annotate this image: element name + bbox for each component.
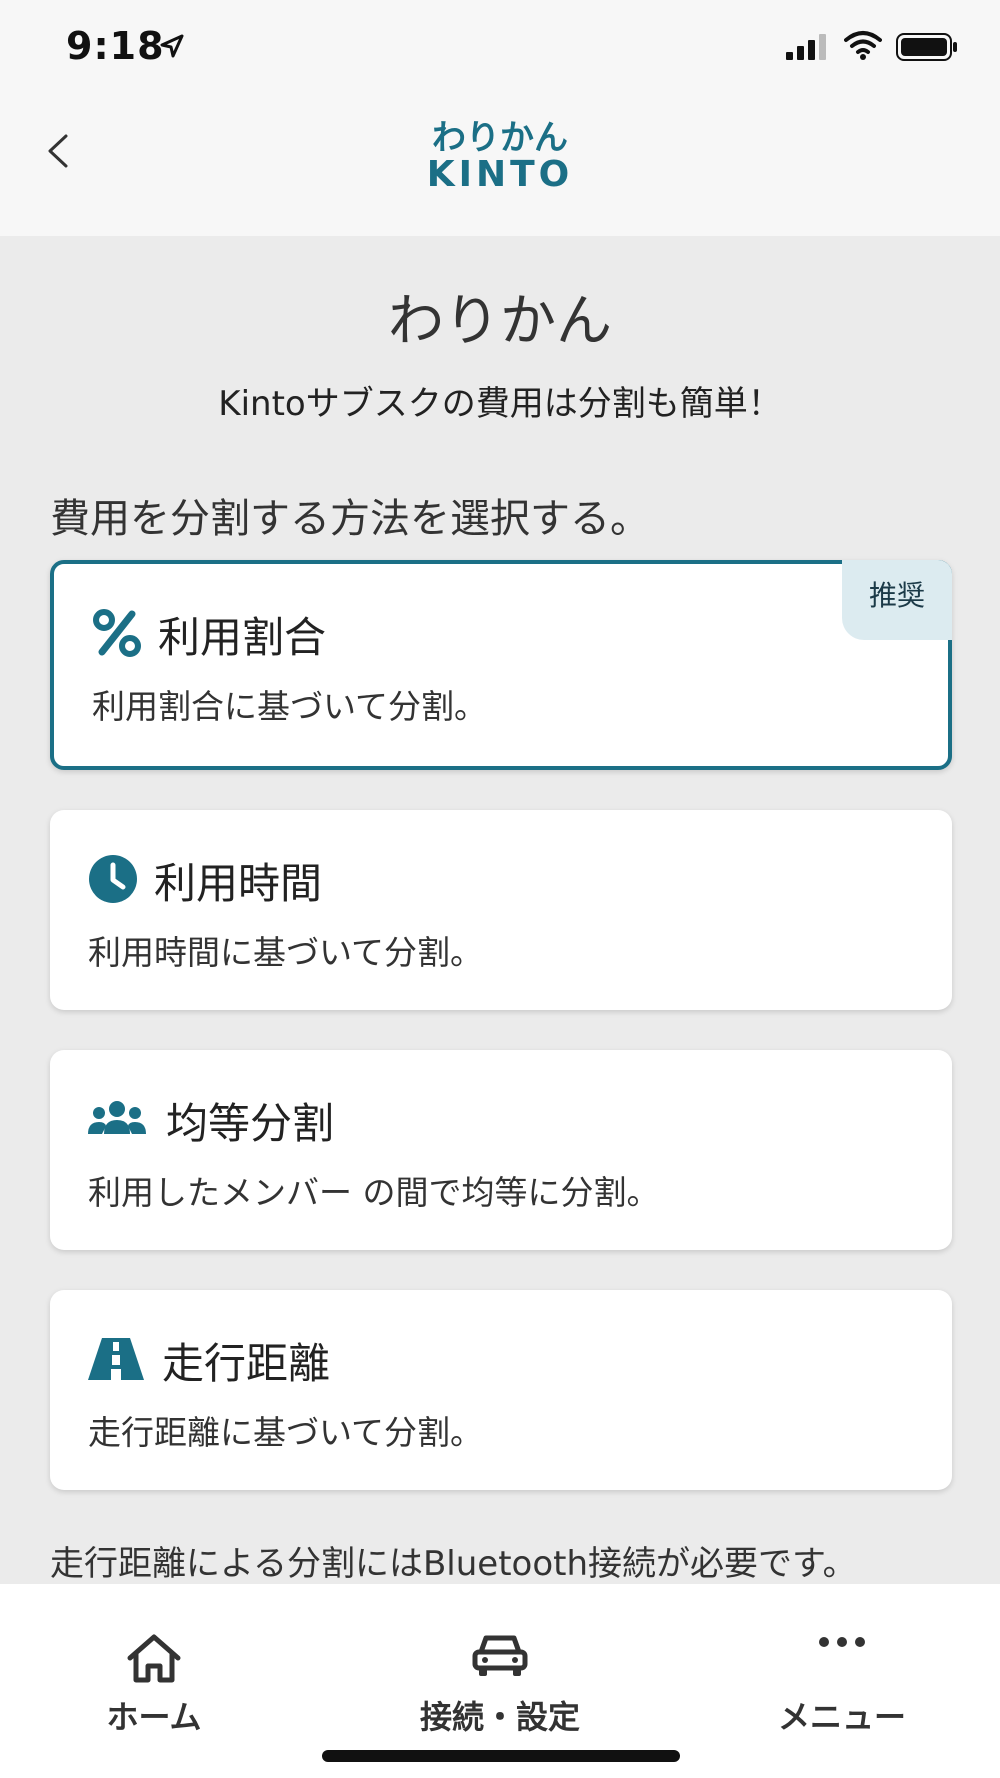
tab-connection-settings[interactable]: 接続・設定 (350, 1584, 650, 1736)
group-icon (88, 1101, 146, 1134)
tab-label: ホーム (106, 1698, 202, 1736)
page-subtitle: Kintoサブスクの費用は分割も簡単！ (218, 384, 782, 424)
location-arrow-icon (160, 34, 184, 58)
nav-header: わりかん KINTO (0, 96, 1000, 236)
section-heading: 費用を分割する方法を選択する。 (50, 496, 650, 542)
status-time: 9:18 (66, 24, 165, 68)
road-icon (88, 1338, 144, 1380)
tab-bar: ホーム 接続・設定 メニュー (0, 1584, 1000, 1778)
status-bar: 9:18 (0, 0, 1000, 96)
option-title: 利用時間 (154, 859, 323, 908)
percent-icon (93, 609, 141, 657)
option-title: 均等分割 (166, 1099, 335, 1148)
option-title: 利用割合 (158, 613, 327, 662)
bluetooth-note: 走行距離による分割にはBluetooth接続が必要です。 (50, 1544, 857, 1584)
recommended-badge: 推奨 (842, 560, 952, 640)
option-usage-ratio[interactable]: 利用割合 利用割合に基づいて分割。 推奨 (50, 560, 952, 770)
clock-icon (89, 855, 137, 903)
tab-home[interactable]: ホーム (4, 1584, 304, 1736)
signal-icon (786, 34, 826, 60)
option-usage-time[interactable]: 利用時間 利用時間に基づいて分割。 (50, 810, 952, 1010)
tab-menu[interactable]: メニュー (692, 1584, 992, 1736)
app-logo-text: わりかん (432, 118, 568, 158)
tab-label: 接続・設定 (419, 1698, 580, 1736)
home-indicator (322, 1750, 680, 1762)
page-title: わりかん (388, 289, 612, 354)
battery-icon (896, 33, 957, 61)
option-distance[interactable]: 走行距離 走行距離に基づいて分割。 (50, 1290, 952, 1490)
home-icon (127, 1634, 181, 1683)
option-description: 利用時間に基づいて分割。 (88, 933, 484, 972)
option-description: 利用割合に基づいて分割。 (92, 687, 488, 726)
wifi-icon (844, 31, 882, 60)
option-description: 利用したメンバー の間で均等に分割。 (88, 1173, 660, 1212)
car-icon (472, 1635, 528, 1676)
kinto-logo: KINTO (426, 154, 574, 195)
more-icon (819, 1637, 865, 1647)
option-title: 走行距離 (162, 1339, 331, 1388)
tab-label: メニュー (777, 1698, 906, 1736)
option-description: 走行距離に基づいて分割。 (88, 1413, 484, 1452)
option-equal-split[interactable]: 均等分割 利用したメンバー の間で均等に分割。 (50, 1050, 952, 1250)
